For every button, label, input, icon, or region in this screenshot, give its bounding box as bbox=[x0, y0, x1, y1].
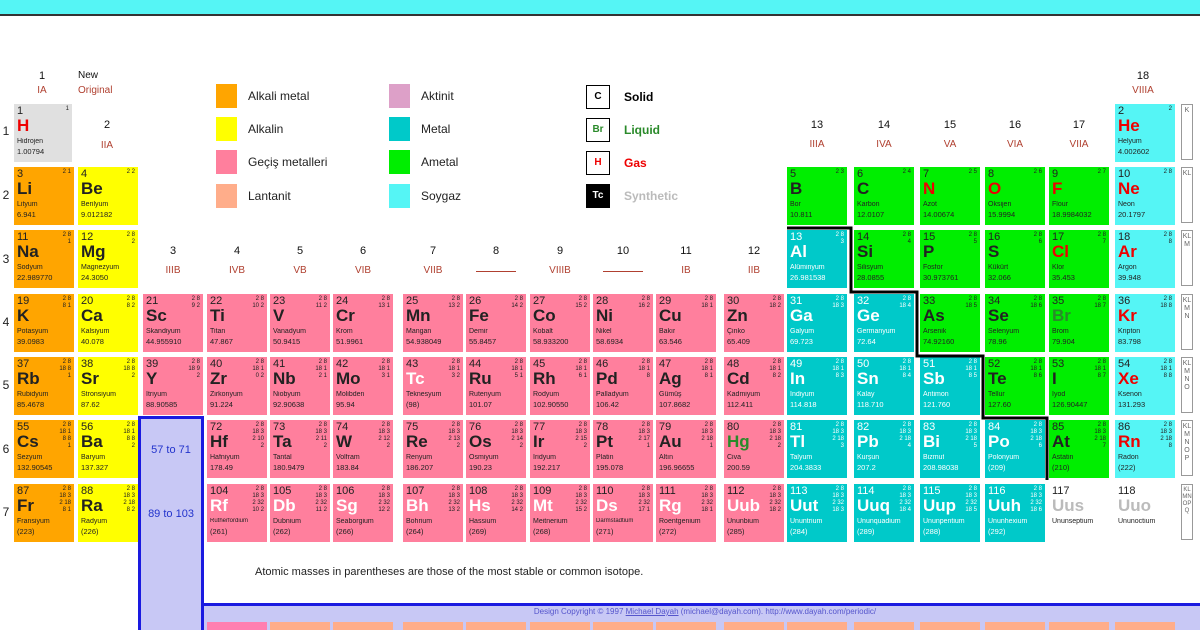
f-block-cell-top bbox=[656, 622, 716, 630]
f-block-cell-top bbox=[1115, 622, 1175, 630]
f-block-cell-top bbox=[207, 622, 267, 630]
f-block-cell-top bbox=[1049, 622, 1109, 630]
f-block-cell-top bbox=[466, 622, 526, 630]
f-block-cell-top bbox=[787, 622, 847, 630]
periodic-table-page: 1 IA New Original 2 IIA 18 VIIIA 3 IIIB 4 I… bbox=[0, 0, 1200, 630]
copyright-author-link[interactable]: Michael Dayah bbox=[626, 607, 679, 616]
f-block-cell-top bbox=[333, 622, 393, 630]
metalloid-staircase bbox=[787, 226, 1049, 480]
footnote: Atomic masses in parentheses are those o… bbox=[255, 566, 644, 578]
f-block-cell-top bbox=[530, 622, 590, 630]
f-block-cell-top bbox=[985, 622, 1045, 630]
f-block-cell-top bbox=[593, 622, 653, 630]
f-block-cell-top bbox=[403, 622, 463, 630]
f-block-cell-top bbox=[270, 622, 330, 630]
f-block-cell-top bbox=[854, 622, 914, 630]
copyright-suffix: (michael@dayah.com). http://www.dayah.co… bbox=[678, 607, 877, 616]
copyright-prefix: Design Copyright © 1997 bbox=[533, 607, 626, 616]
f-block-cell-top bbox=[920, 622, 980, 630]
copyright-line: Design Copyright © 1997 Michael Dayah (m… bbox=[210, 607, 1200, 616]
f-block-cell-top bbox=[724, 622, 784, 630]
